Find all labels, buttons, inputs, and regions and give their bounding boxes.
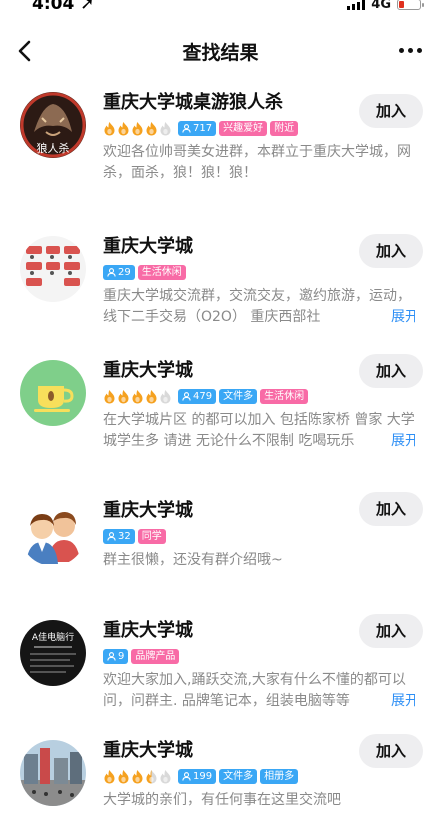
avatar-logo-text: 狼人杀 xyxy=(37,141,70,155)
more-options-button[interactable] xyxy=(393,40,427,60)
group-result-item[interactable]: 重庆大学城 32 同学 群主很懒，还没有群介绍哦~ 加入 xyxy=(0,486,441,606)
coffee-cup-avatar-icon xyxy=(20,360,86,426)
member-count-badge: 199 xyxy=(178,768,217,784)
group-tag: 生活休闲 xyxy=(137,264,186,280)
join-button[interactable]: 加入 xyxy=(359,614,423,648)
activity-flame-icon xyxy=(132,769,143,783)
activity-flame-icon xyxy=(104,389,115,403)
activity-flame-icon xyxy=(146,769,157,783)
group-tag: 同学 xyxy=(137,528,166,544)
status-indicators: 4G xyxy=(347,0,424,12)
join-button[interactable]: 加入 xyxy=(359,234,423,268)
member-count-icon xyxy=(107,531,116,541)
signal-icon xyxy=(347,0,366,10)
member-count: 9 xyxy=(118,650,125,662)
member-count-badge: 717 xyxy=(178,120,217,136)
group-description: 重庆大学城交流群，交流交友，邀约旅游，运动，线下二手交易（O2O） 重庆西部社展… xyxy=(103,286,415,328)
member-count-badge: 32 xyxy=(103,528,135,544)
activity-level xyxy=(103,389,172,404)
join-button[interactable]: 加入 xyxy=(359,94,423,128)
group-description: 欢迎大家加入,踊跃交流,大家有什么不懂的都可以问，问群主. 品牌笔记本，组装电脑… xyxy=(103,670,415,712)
group-tag: 品牌产品 xyxy=(131,648,180,664)
activity-flame-icon xyxy=(118,769,129,783)
activity-level xyxy=(103,769,172,784)
member-count-badge: 29 xyxy=(103,264,135,280)
group-meta: 199 文件多 相册多 xyxy=(103,766,423,786)
network-type: 4G xyxy=(371,0,391,12)
expand-link[interactable]: 展开 xyxy=(373,431,415,452)
member-count-icon xyxy=(107,267,116,277)
member-count-icon xyxy=(182,391,191,401)
group-description-text: 群主很懒，还没有群介绍哦~ xyxy=(103,552,283,568)
group-description-text: 大学城的亲们，有任何事在这里交流吧 xyxy=(103,792,341,808)
group-tag: 相册多 xyxy=(260,768,299,784)
group-tag: 文件多 xyxy=(219,768,258,784)
activity-flame-icon xyxy=(132,121,143,135)
member-count-badge: 9 xyxy=(103,648,129,664)
activity-flame-icon xyxy=(118,121,129,135)
group-description-text: 欢迎各位帅哥美女进群，本群立于重庆大学城，网杀，面杀，狼！狼！狼！ xyxy=(103,144,411,181)
group-meta: 9 品牌产品 xyxy=(103,646,423,666)
activity-level xyxy=(103,121,172,136)
group-tag: 附近 xyxy=(270,120,299,136)
group-meta: 479 文件多 生活休闲 xyxy=(103,386,423,406)
group-description-text: 重庆大学城交流群，交流交友，邀约旅游，运动，线下二手交易（O2O） 重庆西部社 xyxy=(103,288,411,325)
activity-flame-icon xyxy=(146,389,157,403)
group-result-item[interactable]: 重庆大学城 479 文件多 生活休闲 在大学城片区 的都可以加入 包括陈家桥 曾家 大学… xyxy=(0,346,441,466)
activity-flame-icon xyxy=(132,389,143,403)
group-result-item[interactable]: 重庆大学城 29 生活休闲 重庆大学城交流群，交流交友，邀约旅游，运动，线下二手交易（… xyxy=(0,222,441,342)
member-count-icon xyxy=(182,123,191,133)
group-result-item[interactable]: A佳电脑行 重庆大学城 9 品牌产品 欢迎大家加入,踊跃交流,大家有什么不懂的都可以问，… xyxy=(0,606,441,726)
join-button[interactable]: 加入 xyxy=(359,492,423,526)
member-count: 717 xyxy=(193,122,213,134)
group-tag: 文件多 xyxy=(219,388,258,404)
group-result-item[interactable]: 重庆大学城 199 文件多 相册多 大学城的亲们，有任何事在这里交流吧 加入 xyxy=(0,726,441,817)
activity-flame-icon xyxy=(146,121,157,135)
activity-flame-icon xyxy=(104,769,115,783)
member-count-badge: 479 xyxy=(178,388,217,404)
group-tag: 生活休闲 xyxy=(260,388,309,404)
expand-link[interactable]: 展开 xyxy=(373,307,415,328)
member-count: 32 xyxy=(118,530,131,542)
fitness-avatar-icon xyxy=(20,236,86,302)
group-meta: 32 同学 xyxy=(103,526,423,546)
navigation-bar: 查找结果 xyxy=(0,28,441,74)
more-dots-icon xyxy=(398,47,404,53)
computer-store-avatar-icon: A佳电脑行 xyxy=(20,620,86,686)
member-count: 479 xyxy=(193,390,213,402)
activity-flame-icon xyxy=(160,121,171,135)
avatar-logo-text: A佳电脑行 xyxy=(32,631,74,643)
expand-link[interactable]: 展开 xyxy=(373,691,415,712)
page-title: 查找结果 xyxy=(182,42,259,64)
two-people-avatar-icon xyxy=(20,500,86,566)
activity-flame-icon xyxy=(104,121,115,135)
member-count-icon xyxy=(182,771,191,781)
member-count: 29 xyxy=(118,266,131,278)
join-button[interactable]: 加入 xyxy=(359,354,423,388)
battery-icon xyxy=(397,0,424,10)
member-count: 199 xyxy=(193,770,213,782)
activity-flame-icon xyxy=(160,389,171,403)
group-description: 群主很懒，还没有群介绍哦~ xyxy=(103,550,415,571)
city-street-avatar-icon xyxy=(20,740,86,806)
group-result-item[interactable]: 狼人杀 重庆大学城桌游狼人杀 717 兴趣爱好 附近 欢迎各位帅哥美女进群，本群立于重庆大… xyxy=(0,78,441,198)
group-tag: 兴趣爱好 xyxy=(219,120,268,136)
group-description-text: 在大学城片区 的都可以加入 包括陈家桥 曾家 大学城学生多 请进 无论什么不限制… xyxy=(103,412,415,449)
group-description: 大学城的亲们，有任何事在这里交流吧 xyxy=(103,790,415,811)
group-description: 在大学城片区 的都可以加入 包括陈家桥 曾家 大学城学生多 请进 无论什么不限制… xyxy=(103,410,415,452)
join-button[interactable]: 加入 xyxy=(359,734,423,768)
activity-flame-icon xyxy=(160,769,171,783)
status-time: 4:04 ➚ xyxy=(32,0,95,14)
werewolf-avatar-icon: 狼人杀 xyxy=(20,92,86,158)
status-bar: 4:04 ➚ 4G xyxy=(0,0,441,18)
group-description: 欢迎各位帅哥美女进群，本群立于重庆大学城，网杀，面杀，狼！狼！狼！ xyxy=(103,142,415,184)
activity-flame-icon xyxy=(118,389,129,403)
member-count-icon xyxy=(107,651,116,661)
group-description-text: 欢迎大家加入,踊跃交流,大家有什么不懂的都可以问，问群主. 品牌笔记本，组装电脑… xyxy=(103,672,406,709)
